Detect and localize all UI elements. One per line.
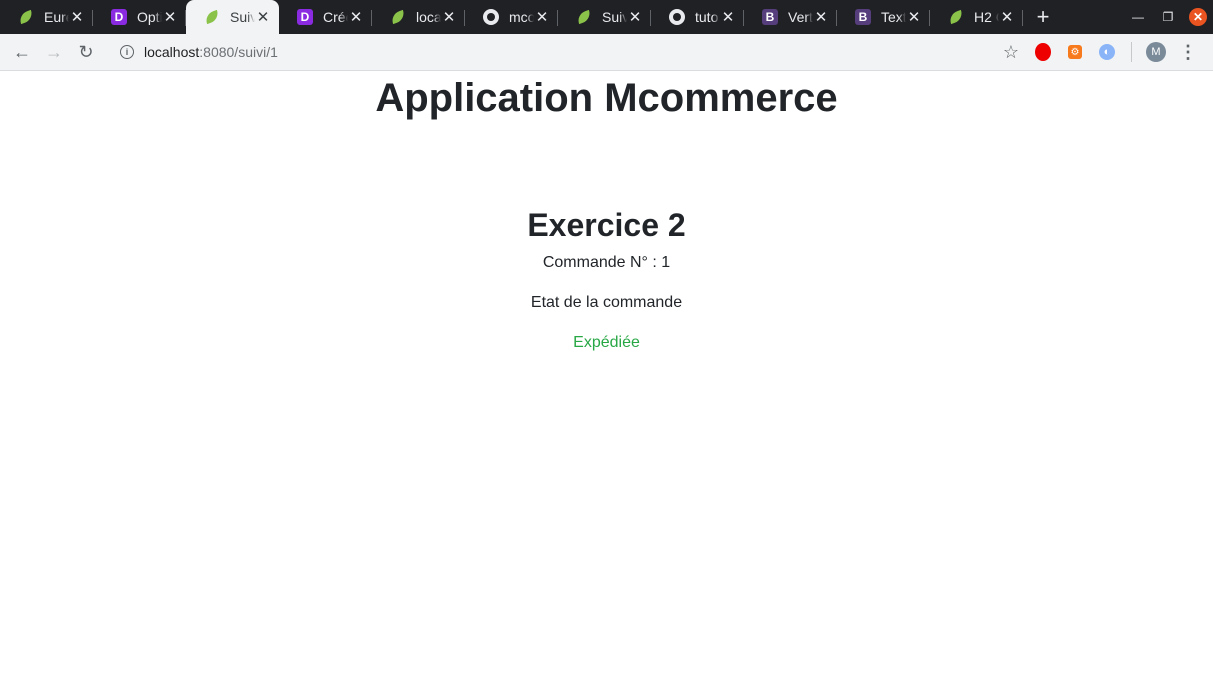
d-logo-icon: D bbox=[297, 9, 313, 25]
forward-button[interactable]: → bbox=[38, 36, 70, 68]
close-icon[interactable]: ✕ bbox=[999, 9, 1015, 25]
browser-tab[interactable]: tuto ✕ bbox=[651, 0, 744, 34]
window-controls: — ❐ ✕ bbox=[1123, 0, 1213, 34]
extension-button[interactable]: ◐ bbox=[1091, 36, 1123, 68]
close-icon[interactable]: ✕ bbox=[534, 9, 550, 25]
exercise-title: Exercice 2 bbox=[527, 207, 686, 243]
close-icon[interactable]: ✕ bbox=[162, 9, 178, 25]
extension-button[interactable]: ⚙ bbox=[1059, 36, 1091, 68]
url-text: localhost:8080/suivi/1 bbox=[144, 44, 278, 60]
spring-leaf-icon bbox=[575, 9, 593, 25]
browser-tab[interactable]: loca ✕ bbox=[372, 0, 465, 34]
tab-strip: Eure ✕ D Opti ✕ Suiv ✕ D Crée ✕ loca ✕ m… bbox=[0, 0, 1213, 34]
kebab-menu-icon: ⋮ bbox=[1179, 41, 1197, 62]
browser-tab[interactable]: Eure ✕ bbox=[0, 0, 93, 34]
browser-tab[interactable]: mco ✕ bbox=[465, 0, 558, 34]
browser-tab-active[interactable]: Suiv ✕ bbox=[186, 0, 279, 34]
close-icon[interactable]: ✕ bbox=[813, 9, 829, 25]
tab-list: Eure ✕ D Opti ✕ Suiv ✕ D Crée ✕ loca ✕ m… bbox=[0, 0, 1063, 34]
order-number: Commande N° : 1 bbox=[542, 254, 671, 271]
close-icon[interactable]: ✕ bbox=[441, 9, 457, 25]
tab-title: Vert bbox=[788, 9, 813, 25]
toolbar-divider bbox=[1131, 42, 1132, 62]
spring-leaf-icon bbox=[389, 9, 407, 25]
github-icon bbox=[669, 9, 685, 25]
back-button[interactable]: ← bbox=[6, 36, 38, 68]
close-icon[interactable]: ✕ bbox=[720, 9, 736, 25]
star-icon[interactable]: ☆ bbox=[1003, 42, 1019, 63]
arrow-right-icon: → bbox=[45, 41, 63, 62]
tab-title: Suiv bbox=[230, 9, 255, 25]
new-tab-button[interactable]: + bbox=[1023, 0, 1063, 34]
reload-icon: ↻ bbox=[78, 41, 94, 62]
tab-title: Eure bbox=[44, 9, 69, 25]
close-icon[interactable]: ✕ bbox=[348, 9, 364, 25]
arrow-left-icon: ← bbox=[13, 41, 31, 62]
opera-extension-icon bbox=[1035, 43, 1051, 61]
close-icon[interactable]: ✕ bbox=[69, 9, 85, 25]
restore-button[interactable]: ❐ bbox=[1153, 0, 1183, 34]
menu-button[interactable]: ⋮ bbox=[1172, 36, 1204, 68]
browser-toolbar: ← → ↻ i localhost:8080/suivi/1 ☆ ⚙ ◐ M ⋮ bbox=[0, 34, 1213, 71]
restore-icon: ❐ bbox=[1162, 10, 1174, 24]
tab-title: tuto bbox=[695, 9, 719, 25]
info-icon[interactable]: i bbox=[120, 45, 134, 59]
tab-title: Suiv bbox=[602, 9, 627, 25]
extension-button[interactable] bbox=[1027, 36, 1059, 68]
minimize-button[interactable]: — bbox=[1123, 0, 1153, 34]
address-bar[interactable]: i localhost:8080/suivi/1 ☆ bbox=[112, 38, 1027, 66]
orange-extension-icon: ⚙ bbox=[1068, 45, 1082, 59]
reload-button[interactable]: ↻ bbox=[70, 36, 102, 68]
close-icon: ✕ bbox=[1189, 8, 1207, 26]
close-icon[interactable]: ✕ bbox=[906, 9, 922, 25]
browser-tab[interactable]: B Text ✕ bbox=[837, 0, 930, 34]
spring-leaf-icon bbox=[203, 9, 221, 25]
order-state-label: Etat de la commande bbox=[530, 294, 683, 311]
close-window-button[interactable]: ✕ bbox=[1183, 0, 1213, 34]
profile-button[interactable]: M bbox=[1140, 36, 1172, 68]
github-icon bbox=[483, 9, 499, 25]
minimize-icon: — bbox=[1132, 10, 1144, 24]
d-logo-icon: D bbox=[111, 9, 127, 25]
browser-tab[interactable]: D Opti ✕ bbox=[93, 0, 186, 34]
spring-leaf-icon bbox=[17, 9, 35, 25]
blue-extension-icon: ◐ bbox=[1099, 44, 1115, 60]
browser-tab[interactable]: D Crée ✕ bbox=[279, 0, 372, 34]
page-content: Application Mcommerce Exercice 2 Command… bbox=[0, 72, 1213, 693]
close-icon[interactable]: ✕ bbox=[255, 9, 271, 25]
tab-title: H2 C bbox=[974, 9, 999, 25]
spring-leaf-icon bbox=[947, 9, 965, 25]
order-state-value: Expédiée bbox=[573, 334, 640, 351]
tab-title: mco bbox=[509, 9, 534, 25]
avatar: M bbox=[1146, 42, 1166, 62]
browser-tab[interactable]: Suiv ✕ bbox=[558, 0, 651, 34]
tab-title: Crée bbox=[323, 9, 348, 25]
close-icon[interactable]: ✕ bbox=[627, 9, 643, 25]
plus-icon: + bbox=[1036, 4, 1050, 29]
app-title: Application Mcommerce bbox=[375, 76, 838, 120]
url-path: :8080/suivi/1 bbox=[199, 44, 278, 60]
browser-tab[interactable]: B Vert ✕ bbox=[744, 0, 837, 34]
tab-title: Opti bbox=[137, 9, 162, 25]
bootstrap-icon: B bbox=[762, 9, 778, 25]
bootstrap-icon: B bbox=[855, 9, 871, 25]
browser-tab[interactable]: H2 C ✕ bbox=[930, 0, 1023, 34]
url-host: localhost bbox=[144, 44, 200, 60]
tab-title: loca bbox=[416, 9, 441, 25]
tab-title: Text bbox=[881, 9, 906, 25]
